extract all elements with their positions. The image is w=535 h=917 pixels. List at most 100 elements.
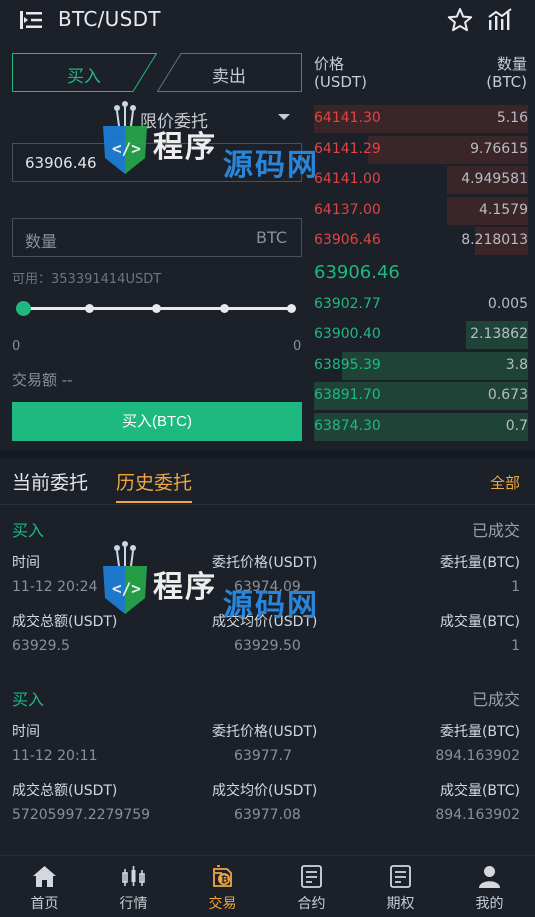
order-card[interactable]: 买入 已成交 时间 委托价格(USDT) 委托量(BTC) 11-12 20:1… [0, 674, 535, 839]
ask-qty: 5.16 [496, 110, 528, 126]
orderbook-qty-header: 数量 (BTC) [486, 55, 527, 91]
avg-price: 63929.50 [234, 638, 301, 654]
options-icon [390, 865, 411, 888]
bid-row[interactable]: 63902.77 0.005 [314, 290, 528, 318]
last-trade-price: 63906.46 [314, 262, 400, 283]
label-time: 时间 [12, 724, 40, 740]
label-order-price: 委托价格(USDT) [212, 724, 318, 740]
orders-tabs: 当前委托 历史委托 全部 [0, 458, 535, 504]
buy-btc-button[interactable]: 买入(BTC) [12, 402, 302, 441]
ask-qty: 9.76615 [470, 141, 528, 157]
watermark-text-a: 程序 [153, 570, 217, 605]
ask-price: 64141.30 [314, 110, 381, 126]
order-price: 63977.7 [234, 748, 292, 764]
slider-step-75[interactable] [220, 304, 229, 313]
bid-row[interactable]: 63874.30 0.7 [314, 412, 528, 441]
page-title: BTC/USDT [58, 7, 161, 31]
home-icon [33, 866, 56, 887]
nav-market[interactable]: 行情 [89, 856, 178, 917]
ask-row[interactable]: 64141.30 5.16 [314, 104, 528, 133]
nav-label: 交易 [208, 896, 237, 912]
ask-row[interactable]: 64141.29 9.76615 [314, 135, 528, 164]
price-header-unit: (USDT) [314, 73, 367, 91]
svg-text:₿: ₿ [221, 875, 228, 886]
nav-home[interactable]: 首页 [0, 856, 89, 917]
order-time: 11-12 20:24 [12, 579, 98, 595]
bid-qty: 2.13862 [470, 326, 528, 342]
watermark-shield-icon: </> [103, 541, 147, 614]
nav-label: 行情 [119, 896, 148, 912]
svg-text:</>: </> [112, 139, 141, 158]
watermark-text-a: 程序 [153, 130, 217, 165]
label-filled-qty: 成交量(BTC) [439, 614, 520, 630]
bid-price: 63902.77 [314, 296, 381, 312]
ask-qty: 4.1579 [479, 202, 528, 218]
order-qty: 894.163902 [435, 748, 520, 764]
bid-price: 63895.39 [314, 357, 381, 373]
label-order-qty: 委托量(BTC) [439, 555, 520, 571]
nav-contract[interactable]: 合约 [267, 856, 356, 917]
range-max: 0 [293, 339, 302, 354]
bid-row[interactable]: 63895.39 3.8 [314, 351, 528, 380]
label-time: 时间 [12, 555, 40, 571]
tab-buy[interactable]: 买入 [12, 53, 157, 92]
ask-qty: 4.949581 [461, 171, 528, 187]
ask-row[interactable]: 64137.00 4.1579 [314, 196, 528, 225]
nav-options[interactable]: 期权 [356, 856, 445, 917]
label-order-qty: 委托量(BTC) [439, 724, 520, 740]
slider-step-100[interactable] [287, 304, 296, 313]
trade-amount: 交易额 -- [12, 371, 73, 389]
bid-qty: 3.8 [505, 357, 528, 373]
label-avg-price: 成交均价(USDT) [212, 783, 318, 799]
tab-history-orders[interactable]: 历史委托 [116, 468, 193, 503]
order-time: 11-12 20:11 [12, 748, 98, 764]
tab-current-orders[interactable]: 当前委托 [12, 468, 88, 495]
all-orders-link[interactable]: 全部 [490, 472, 520, 493]
nav-label: 我的 [475, 896, 504, 912]
order-status: 已成交 [471, 690, 520, 709]
watermark-text-b: 源码网 [223, 148, 319, 183]
svg-text:</>: </> [112, 579, 141, 598]
chart-icon[interactable] [487, 8, 513, 32]
slider-step-25[interactable] [85, 304, 94, 313]
order-side: 买入 [12, 521, 45, 540]
quantity-placeholder: 数量 [25, 232, 58, 251]
trade-icon: ₿ [213, 865, 232, 887]
ask-price: 64141.00 [314, 171, 381, 187]
bid-qty: 0.673 [487, 387, 528, 403]
top-bar: BTC/USDT [0, 0, 535, 42]
price-input-value: 63906.46 [25, 154, 97, 172]
nav-label: 首页 [30, 896, 59, 912]
bid-row[interactable]: 63900.40 2.13862 [314, 320, 528, 349]
range-min: 0 [12, 339, 21, 354]
bid-row[interactable]: 63891.70 0.673 [314, 381, 528, 410]
amount-slider[interactable] [16, 300, 296, 318]
bid-qty: 0.005 [487, 296, 528, 312]
tab-buy-label: 买入 [67, 67, 101, 87]
tab-sell[interactable]: 卖出 [157, 53, 302, 92]
section-divider [0, 450, 535, 458]
slider-step-50[interactable] [152, 304, 161, 313]
slider-handle[interactable] [16, 301, 31, 316]
label-filled-total: 成交总额(USDT) [12, 783, 118, 799]
filled-qty: 1 [511, 638, 520, 654]
bid-price: 63874.30 [314, 418, 381, 434]
order-qty: 1 [511, 579, 520, 595]
ask-price: 64137.00 [314, 202, 381, 218]
nav-me[interactable]: 我的 [445, 856, 534, 917]
ask-row[interactable]: 64141.00 4.949581 [314, 165, 528, 194]
filled-total: 63929.5 [12, 638, 70, 654]
nav-trade[interactable]: ₿ 交易 [178, 856, 267, 917]
menu-icon[interactable] [20, 10, 42, 30]
ask-row[interactable]: 63906.46 8.218013 [314, 226, 528, 255]
watermark-shield-icon: </> [103, 101, 147, 174]
orderbook-price-header: 价格 (USDT) [314, 55, 367, 91]
star-icon[interactable] [447, 7, 473, 33]
watermark: </> 程序 源码网 [95, 540, 320, 636]
ask-price: 64141.29 [314, 141, 381, 157]
quantity-input[interactable]: 数量 BTC [12, 218, 302, 257]
bottom-nav: 首页 行情 ₿ 交易 合约 期权 我的 [0, 855, 535, 917]
tab-sell-label: 卖出 [212, 67, 246, 87]
nav-label: 合约 [297, 896, 326, 912]
user-icon [479, 866, 500, 888]
